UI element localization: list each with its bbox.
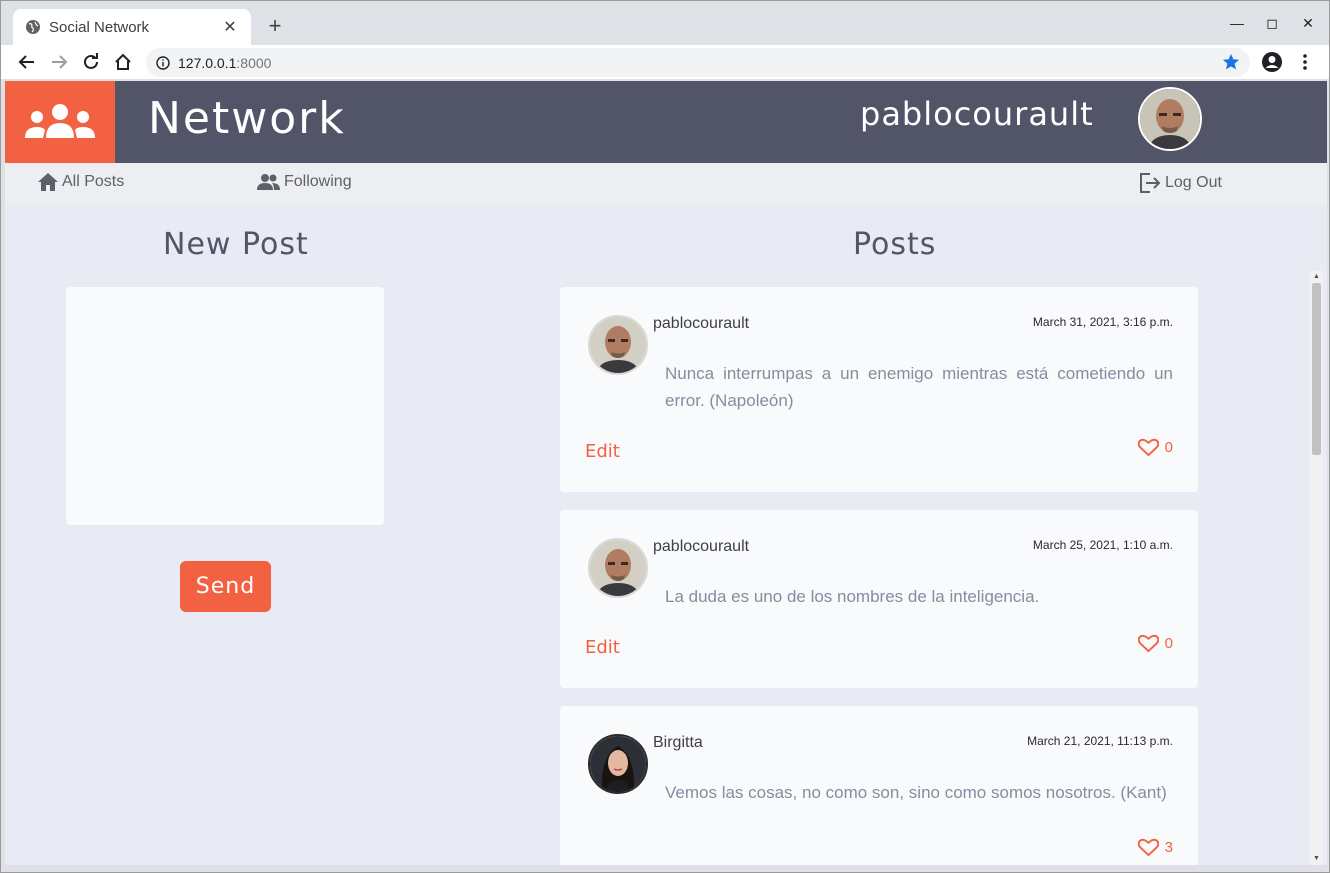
post-avatar[interactable] bbox=[588, 734, 648, 794]
post-avatar[interactable] bbox=[588, 538, 648, 598]
header-avatar[interactable] bbox=[1138, 87, 1202, 151]
nav-logout[interactable]: Log Out bbox=[1139, 173, 1222, 193]
nav-bar: All Posts Following Log Out bbox=[5, 163, 1327, 205]
avatar-portrait-icon bbox=[590, 736, 646, 792]
nav-all-posts[interactable]: All Posts bbox=[38, 173, 124, 191]
post-card: Birgitta March 21, 2021, 11:13 p.m. Vemo… bbox=[560, 706, 1198, 865]
back-button[interactable] bbox=[15, 50, 39, 74]
post-date: March 21, 2021, 11:13 p.m. bbox=[1027, 734, 1173, 748]
like-button[interactable]: 0 bbox=[1137, 634, 1173, 653]
like-count: 3 bbox=[1164, 839, 1173, 856]
like-button[interactable]: 3 bbox=[1137, 838, 1173, 857]
address-bar[interactable]: 127.0.0.1:8000 bbox=[146, 48, 1250, 77]
logout-icon bbox=[1140, 173, 1161, 193]
scroll-thumb[interactable] bbox=[1312, 283, 1321, 455]
browser-window: Social Network ✕ + — ◻ ✕ 127.0.0.1:8000 bbox=[0, 0, 1330, 873]
like-count: 0 bbox=[1164, 635, 1173, 652]
forward-arrow-icon bbox=[52, 55, 68, 69]
posts-title: Posts bbox=[853, 227, 937, 262]
reload-icon bbox=[84, 53, 98, 69]
post-body: La duda es uno de los nombres de la inte… bbox=[665, 587, 1040, 606]
url-port: :8000 bbox=[236, 54, 272, 71]
tab-strip: Social Network ✕ + — ◻ ✕ bbox=[1, 1, 1329, 45]
home-button[interactable] bbox=[111, 50, 135, 74]
kebab-menu-icon bbox=[1303, 54, 1307, 70]
home-icon bbox=[38, 173, 58, 191]
post-card: pablocourault March 25, 2021, 1:10 a.m. … bbox=[560, 510, 1198, 688]
avatar-portrait-icon bbox=[590, 540, 646, 596]
maximize-button[interactable]: ◻ bbox=[1262, 13, 1282, 33]
like-button[interactable]: 0 bbox=[1137, 438, 1173, 457]
close-window-button[interactable]: ✕ bbox=[1298, 13, 1318, 33]
post-avatar[interactable] bbox=[588, 315, 648, 375]
scrollbar[interactable]: ▲ ▼ bbox=[1310, 271, 1323, 865]
page-content: Network pablocourault All Posts Followin… bbox=[5, 81, 1327, 865]
scroll-down-arrow[interactable]: ▼ bbox=[1310, 853, 1323, 865]
tab-title: Social Network bbox=[49, 18, 150, 36]
heart-icon bbox=[1137, 838, 1159, 857]
minimize-button[interactable]: — bbox=[1227, 13, 1247, 33]
like-count: 0 bbox=[1164, 439, 1173, 456]
post-body: Nunca interrumpas a un enemigo mientras … bbox=[665, 364, 1173, 410]
forward-button[interactable] bbox=[47, 50, 71, 74]
info-icon[interactable] bbox=[156, 55, 170, 70]
header-username[interactable]: pablocourault bbox=[860, 95, 1094, 133]
site-header: Network pablocourault bbox=[5, 81, 1327, 163]
browser-tab[interactable]: Social Network ✕ bbox=[13, 9, 251, 45]
account-icon bbox=[1262, 52, 1282, 72]
avatar-portrait-icon bbox=[1140, 89, 1200, 149]
post-body: Vemos las cosas, no como son, sino como … bbox=[665, 783, 1167, 802]
heart-icon bbox=[1137, 438, 1159, 457]
group-icon bbox=[25, 104, 95, 138]
send-button[interactable]: Send bbox=[180, 561, 271, 612]
nav-following-label: Following bbox=[284, 173, 352, 190]
post-date: March 25, 2021, 1:10 a.m. bbox=[1032, 538, 1173, 552]
brand-title[interactable]: Network bbox=[148, 93, 346, 144]
post-date: March 31, 2021, 3:16 p.m. bbox=[1032, 315, 1173, 329]
nav-following[interactable]: Following bbox=[257, 173, 352, 191]
new-post-title: New Post bbox=[163, 227, 309, 262]
home-icon bbox=[115, 53, 131, 70]
back-arrow-icon bbox=[18, 55, 34, 69]
post-username[interactable]: Birgitta bbox=[653, 734, 703, 752]
post-username[interactable]: pablocourault bbox=[653, 315, 749, 333]
new-post-textarea[interactable] bbox=[66, 287, 384, 525]
post-card: pablocourault March 31, 2021, 3:16 p.m. … bbox=[560, 287, 1198, 492]
post-username[interactable]: pablocourault bbox=[653, 538, 749, 556]
browser-toolbar: 127.0.0.1:8000 bbox=[1, 45, 1329, 80]
url-host: 127.0.0.1 bbox=[178, 54, 237, 71]
nav-logout-label: Log Out bbox=[1165, 174, 1222, 191]
heart-icon bbox=[1137, 634, 1159, 653]
edit-link[interactable]: Edit bbox=[585, 637, 620, 658]
edit-link[interactable]: Edit bbox=[585, 441, 620, 462]
new-tab-button[interactable]: + bbox=[263, 14, 287, 38]
globe-icon bbox=[26, 20, 40, 34]
nav-all-posts-label: All Posts bbox=[62, 173, 125, 190]
scroll-up-arrow[interactable]: ▲ bbox=[1310, 271, 1323, 283]
logo[interactable] bbox=[5, 81, 115, 163]
avatar-portrait-icon bbox=[590, 317, 646, 373]
menu-button[interactable] bbox=[1293, 50, 1317, 74]
people-icon bbox=[257, 174, 280, 190]
tab-close-icon[interactable]: ✕ bbox=[221, 17, 239, 37]
profile-button[interactable] bbox=[1260, 50, 1284, 74]
reload-button[interactable] bbox=[79, 50, 103, 74]
bookmark-star-icon[interactable] bbox=[1222, 53, 1240, 71]
